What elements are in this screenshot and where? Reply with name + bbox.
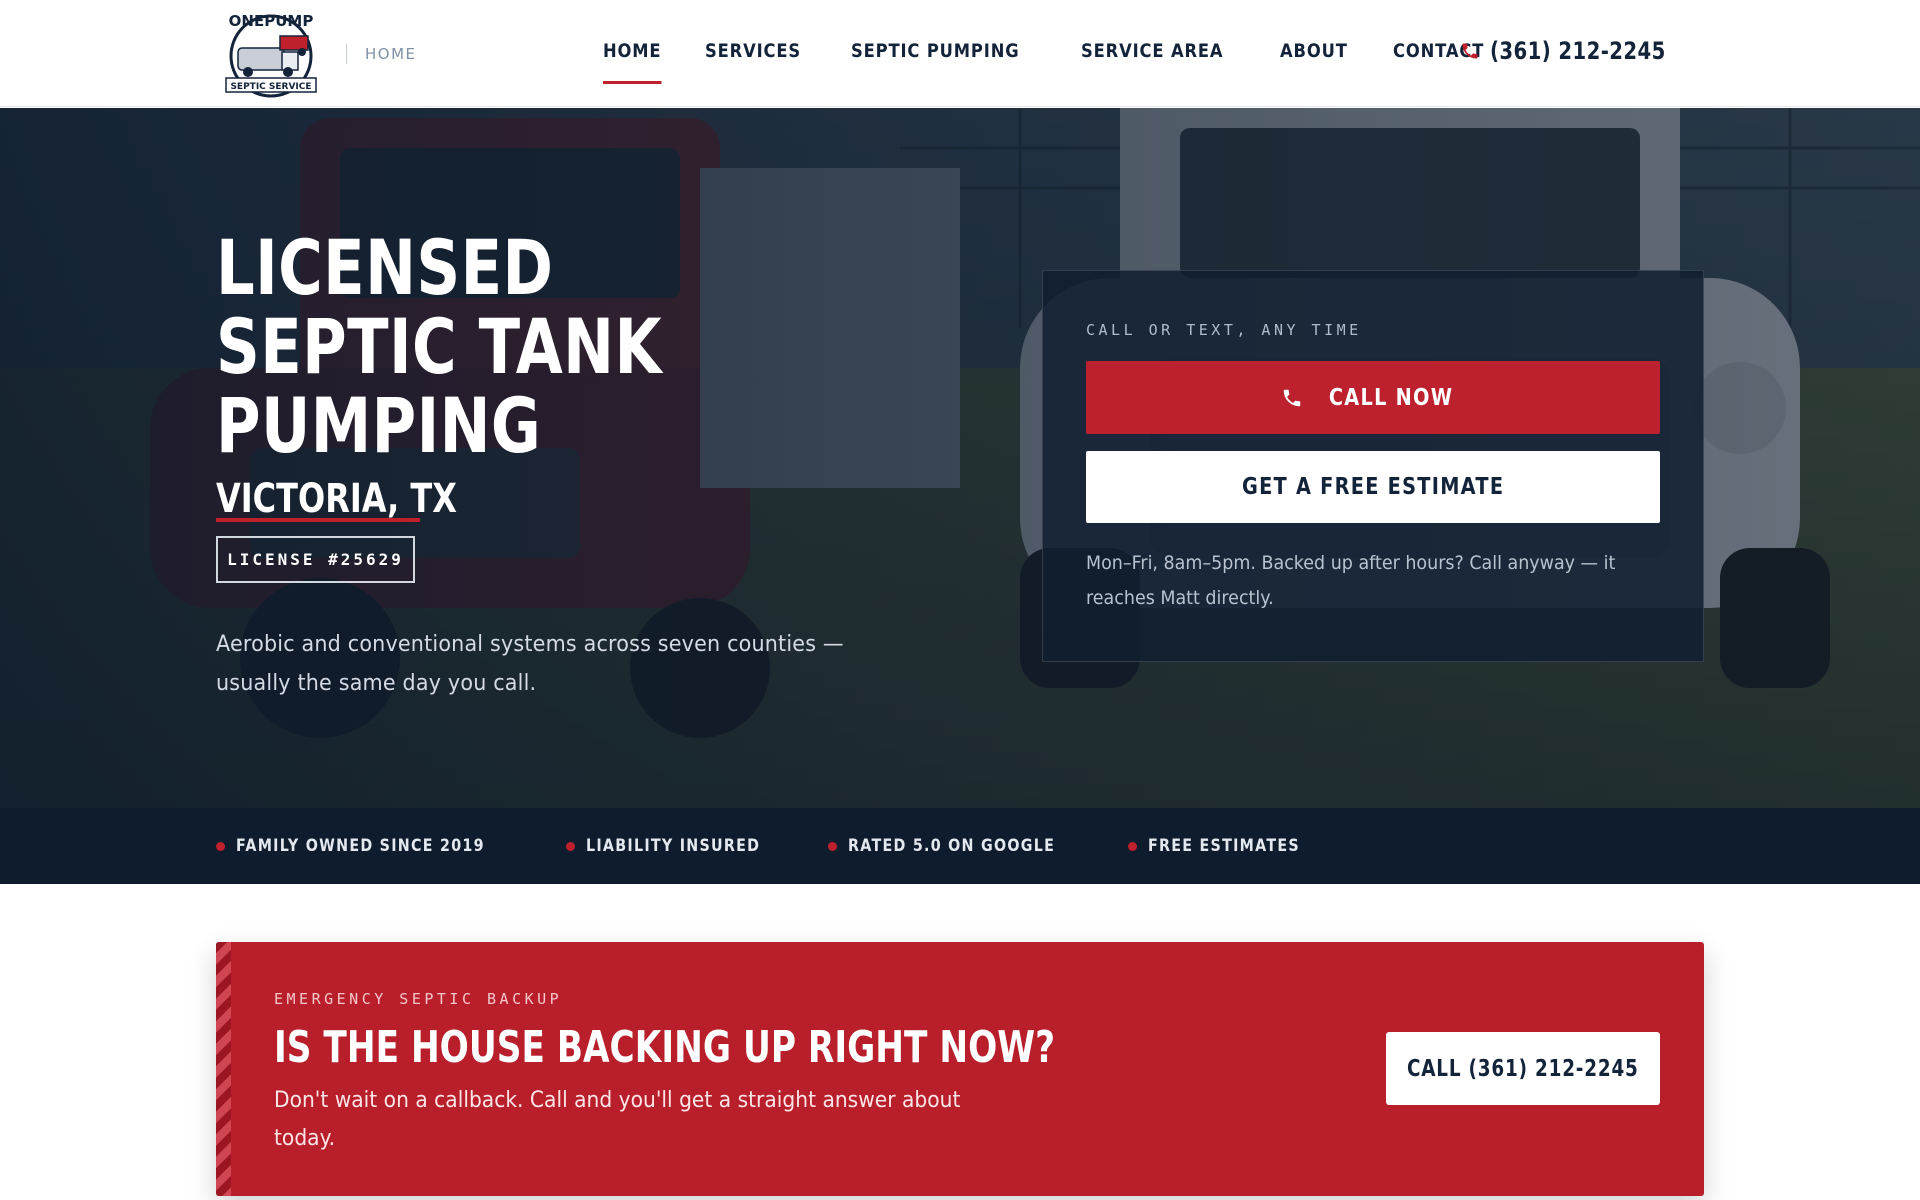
hazard-stripe bbox=[216, 942, 231, 1196]
nav-item-services[interactable]: SERVICES bbox=[705, 40, 801, 84]
trust-item: RATED 5.0 ON GOOGLE bbox=[827, 836, 1095, 856]
free-estimate-button[interactable]: GET A FREE ESTIMATE bbox=[1086, 451, 1660, 523]
breadcrumb-divider bbox=[346, 44, 347, 64]
license-number: LICENSE #25629 bbox=[227, 550, 404, 569]
nav-item-about[interactable]: ABOUT bbox=[1280, 40, 1348, 84]
hero-description-line: usually the same day you call. bbox=[216, 671, 537, 696]
site-header: ONEPUMP SEPTIC SERVICE HOME HOME SERVICE… bbox=[0, 0, 1920, 107]
trust-item-label: FAMILY OWNED SINCE 2019 bbox=[236, 836, 485, 856]
trust-bar: FAMILY OWNED SINCE 2019 LIABILITY INSURE… bbox=[0, 808, 1920, 884]
company-logo[interactable]: ONEPUMP SEPTIC SERVICE bbox=[216, 6, 326, 100]
call-now-button[interactable]: CALL NOW bbox=[1086, 361, 1660, 434]
bullet-dot-icon bbox=[216, 841, 225, 851]
trust-item-label: LIABILITY INSURED bbox=[586, 836, 761, 856]
free-estimate-label: GET A FREE ESTIMATE bbox=[1241, 474, 1505, 500]
svg-text:SEPTIC SERVICE: SEPTIC SERVICE bbox=[230, 82, 311, 92]
trust-item-label: RATED 5.0 ON GOOGLE bbox=[847, 836, 1055, 856]
phone-icon bbox=[1462, 43, 1478, 59]
emergency-description: Don't wait on a callback. Call and you'l… bbox=[274, 1082, 961, 1158]
hero-title-line: SEPTIC TANK bbox=[216, 302, 662, 391]
emergency-call-label: CALL (361) 212-2245 bbox=[1407, 1055, 1639, 1082]
hero-title-line: PUMPING bbox=[216, 381, 542, 470]
hero-city-underline bbox=[216, 518, 420, 522]
hero-description-line: Aerobic and conventional systems across … bbox=[216, 632, 844, 657]
bullet-dot-icon bbox=[566, 841, 576, 851]
nav-item-service-area[interactable]: SERVICE AREA bbox=[1081, 40, 1223, 84]
hero-section: LICENSED SEPTIC TANK PUMPING VICTORIA, T… bbox=[0, 108, 1920, 808]
call-now-label: CALL NOW bbox=[1328, 384, 1454, 411]
bullet-dot-icon bbox=[1128, 841, 1138, 851]
phone-icon bbox=[1283, 389, 1301, 406]
hero-city: VICTORIA, TX bbox=[216, 476, 457, 522]
emergency-description-line: Don't wait on a callback. Call and you'l… bbox=[274, 1088, 961, 1113]
contact-card-eyebrow: CALL OR TEXT, ANY TIME bbox=[1086, 321, 1362, 339]
hero-title: LICENSED SEPTIC TANK PUMPING bbox=[216, 228, 816, 465]
emergency-banner: EMERGENCY SEPTIC BACKUP IS THE HOUSE BAC… bbox=[216, 942, 1704, 1196]
trust-item-label: FREE ESTIMATES bbox=[1148, 836, 1301, 856]
license-badge: LICENSE #25629 bbox=[216, 536, 415, 583]
business-hours-line: Mon–Fri, 8am–5pm. Backed up after hours?… bbox=[1086, 552, 1616, 574]
bullet-dot-icon bbox=[827, 841, 837, 851]
nav-item-home[interactable]: HOME bbox=[603, 40, 662, 84]
business-hours-note: Mon–Fri, 8am–5pm. Backed up after hours?… bbox=[1086, 546, 1646, 616]
trust-item: FREE ESTIMATES bbox=[1128, 836, 1329, 856]
nav-item-septic-pumping[interactable]: SEPTIC PUMPING bbox=[851, 40, 1020, 84]
business-hours-line: reaches Matt directly. bbox=[1086, 587, 1274, 609]
emergency-eyebrow: EMERGENCY SEPTIC BACKUP bbox=[274, 990, 563, 1008]
emergency-title: IS THE HOUSE BACKING UP RIGHT NOW? bbox=[274, 1022, 1056, 1073]
svg-text:ONEPUMP: ONEPUMP bbox=[229, 12, 314, 30]
breadcrumb: HOME bbox=[365, 45, 417, 63]
hero-title-line: LICENSED bbox=[216, 223, 554, 312]
emergency-call-button[interactable]: CALL (361) 212-2245 bbox=[1386, 1032, 1660, 1105]
main-nav: HOME SERVICES SEPTIC PUMPING SERVICE ARE… bbox=[603, 40, 1533, 84]
header-phone-number: (361) 212-2245 bbox=[1489, 37, 1666, 65]
hero-description: Aerobic and conventional systems across … bbox=[216, 625, 856, 703]
header-phone-link[interactable]: (361) 212-2245 bbox=[1460, 37, 1704, 65]
trust-item: LIABILITY INSURED bbox=[566, 836, 794, 856]
trust-item: FAMILY OWNED SINCE 2019 bbox=[216, 836, 532, 856]
contact-card: CALL OR TEXT, ANY TIME CALL NOW GET A FR… bbox=[1042, 270, 1704, 662]
emergency-description-line: today. bbox=[274, 1126, 336, 1151]
